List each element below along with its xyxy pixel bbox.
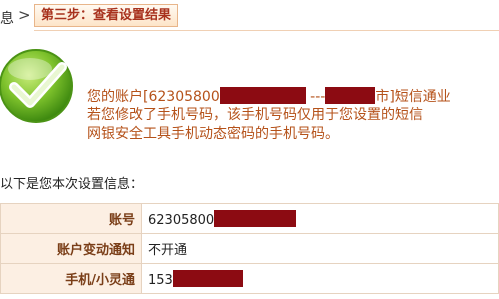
breadcrumb-current-step: 第三步：查看设置结果 [34, 4, 179, 27]
message-middle: --- [305, 89, 326, 105]
settings-intro-text: 以下是您本次设置信息： [0, 177, 144, 192]
row-label-phone: 手机/小灵通 [0, 263, 142, 294]
settings-table: 账号 62305800 账户变动通知 不开通 手机/小灵通 153 [0, 203, 499, 294]
redacted-block [325, 87, 376, 104]
breadcrumb-prev-item[interactable]: 息 [0, 8, 14, 28]
success-check-icon [0, 49, 73, 123]
message-line-2: 若您修改了手机号码，该手机号码仅用于您设置的短信 [87, 106, 499, 125]
table-row: 手机/小灵通 153 [0, 263, 499, 294]
breadcrumb-divider [34, 30, 499, 31]
phone-value: 153 [148, 272, 173, 288]
breadcrumb-separator: > [18, 6, 31, 24]
redacted-block [172, 269, 243, 287]
table-row: 账号 62305800 [0, 203, 499, 234]
redacted-block [219, 87, 306, 104]
table-row: 账户变动通知 不开通 [0, 233, 499, 264]
message-line-1: 您的账户[62305800 --- 市]短信通业 [87, 87, 499, 106]
redacted-block [214, 209, 297, 227]
breadcrumb: 息 > 第三步：查看设置结果 [0, 0, 499, 32]
result-message: 您的账户[62305800 --- 市]短信通业 若您修改了手机号码，该手机号码仅… [87, 87, 499, 144]
row-label-account: 账号 [0, 203, 142, 234]
message-line-2a: 若您修改了手机号码，该手机号码仅用 [87, 107, 325, 123]
row-value-notification: 不开通 [141, 233, 499, 264]
message-line-3: 网银安全工具手机动态密码的手机号码。 [87, 126, 339, 142]
row-value-account: 62305800 [141, 203, 499, 234]
message-prefix: 您的账户[ [87, 89, 149, 105]
row-label-notification: 账户变动通知 [0, 233, 142, 264]
account-value: 62305800 [148, 212, 215, 228]
message-account-number: 62305800 [148, 89, 220, 105]
row-value-phone: 153 [141, 263, 499, 294]
message-suffix: 市]短信通业 [375, 89, 451, 105]
page: 息 > 第三步：查看设置结果 您的账户[62305800 --- 市]短信通业 若… [0, 0, 499, 299]
message-line-2b: 于您设置的短信 [325, 107, 423, 123]
